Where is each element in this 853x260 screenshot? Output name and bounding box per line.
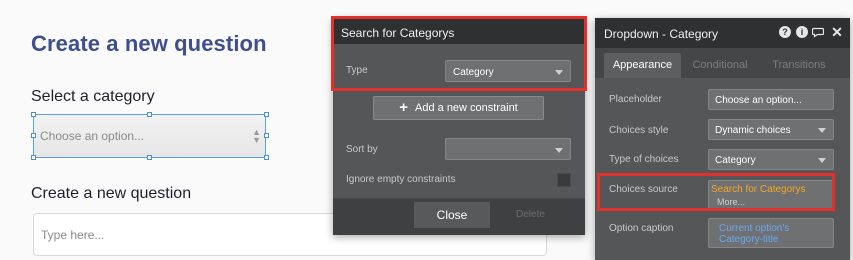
search-panel: Search for Categorys Type Category + Add …	[333, 18, 585, 235]
dropdown-stepper-icon: ▲ ▼	[252, 127, 261, 145]
type-select[interactable]: Category	[445, 60, 571, 82]
close-button[interactable]: Close	[414, 202, 490, 228]
choices-style-label: Choices style	[609, 125, 669, 136]
choices-style-select[interactable]: Dynamic choices	[708, 119, 834, 140]
type-of-choices-select[interactable]: Category	[708, 149, 834, 170]
add-constraint-button[interactable]: + Add a new constraint	[373, 96, 544, 120]
choices-source-more[interactable]: More...	[717, 197, 745, 207]
sort-by-label: Sort by	[346, 144, 378, 155]
resize-handle-sw[interactable]	[31, 155, 36, 160]
category-dropdown[interactable]: Choose an option... ▲ ▼	[33, 114, 266, 158]
tab-appearance[interactable]: Appearance	[604, 53, 681, 78]
plus-icon: +	[399, 99, 409, 116]
type-label: Type	[346, 65, 368, 76]
property-tabs: Appearance Conditional Transitions	[595, 48, 850, 78]
resize-handle-se[interactable]	[264, 155, 269, 160]
add-constraint-label: Add a new constraint	[415, 102, 518, 114]
option-caption-expression[interactable]: Current option's Category-title	[719, 223, 833, 245]
resize-handle-s[interactable]	[147, 155, 152, 160]
option-caption-label: Option caption	[609, 223, 674, 234]
placeholder-value: Choose an option...	[715, 95, 802, 106]
option-caption-field[interactable]: Current option's Category-title	[708, 218, 834, 248]
choices-source-label: Choices source	[609, 184, 678, 195]
delete-button[interactable]: Delete	[516, 209, 545, 220]
create-question-label: Create a new question	[31, 185, 192, 202]
type-of-choices-label: Type of choices	[609, 154, 679, 165]
info-icon[interactable]: i	[796, 26, 808, 38]
resize-handle-n[interactable]	[147, 112, 152, 117]
ignore-empty-label: Ignore empty constraints	[346, 174, 456, 185]
choices-style-value: Dynamic choices	[715, 125, 791, 136]
resize-handle-w[interactable]	[31, 133, 36, 138]
property-editor: Dropdown - Category ? i ✕ Appearance Con…	[595, 18, 850, 260]
dropdown-placeholder: Choose an option...	[40, 129, 145, 143]
comment-icon[interactable]	[811, 26, 825, 38]
chevron-down-icon	[818, 128, 826, 133]
placeholder-field[interactable]: Choose an option...	[708, 89, 834, 110]
chevron-down-icon	[555, 148, 563, 153]
chevron-down-icon	[555, 70, 563, 75]
property-editor-header: Dropdown - Category ? i ✕	[595, 18, 850, 48]
resize-handle-nw[interactable]	[31, 112, 36, 117]
search-panel-title: Search for Categorys	[333, 18, 585, 44]
sort-by-select[interactable]	[445, 138, 571, 160]
choices-source-expression[interactable]: Search for Categorys	[711, 184, 806, 195]
tab-transitions[interactable]: Transitions	[765, 53, 833, 78]
type-select-value: Category	[453, 67, 494, 78]
tab-conditional[interactable]: Conditional	[689, 53, 751, 78]
select-category-label: Select a category	[31, 88, 155, 105]
property-editor-title: Dropdown - Category	[604, 27, 719, 41]
help-icon[interactable]: ?	[779, 26, 791, 38]
choices-source-field[interactable]: Search for Categorys More...	[708, 180, 834, 210]
type-of-choices-value: Category	[715, 155, 756, 166]
placeholder-label: Placeholder	[609, 94, 662, 105]
ignore-empty-checkbox[interactable]	[557, 173, 571, 187]
resize-handle-e[interactable]	[264, 133, 269, 138]
page-title: Create a new question	[31, 31, 267, 56]
chevron-down-icon	[818, 158, 826, 163]
resize-handle-ne[interactable]	[264, 112, 269, 117]
search-panel-footer: Close Delete	[333, 199, 585, 235]
close-icon[interactable]: ✕	[831, 25, 843, 39]
